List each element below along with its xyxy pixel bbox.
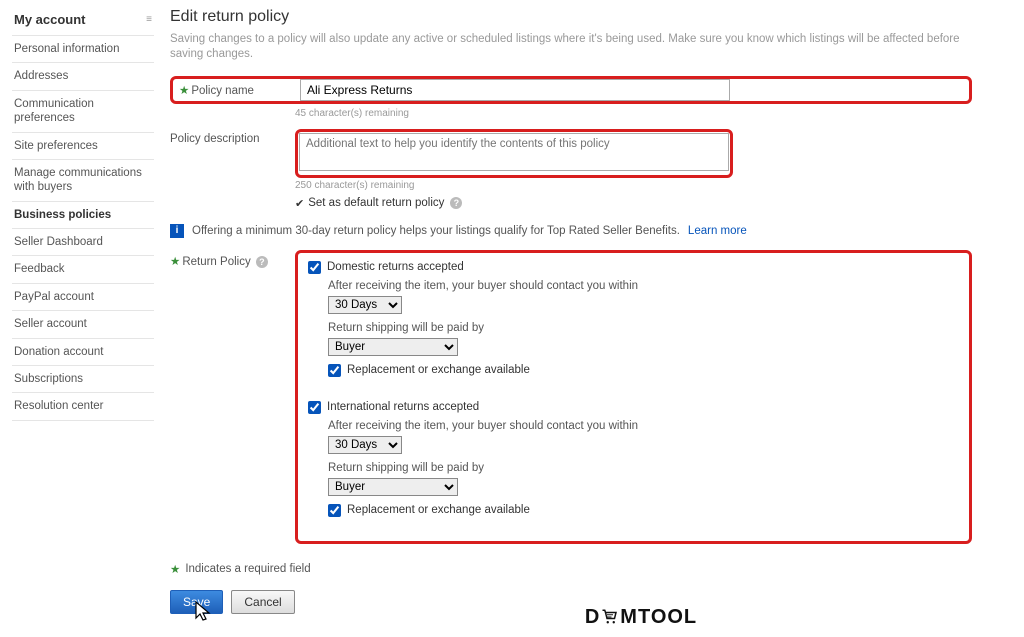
sidebar-item-manage-comm[interactable]: Manage communications with buyers (12, 159, 154, 201)
info-banner: i Offering a minimum 30-day return polic… (170, 224, 972, 238)
policy-desc-highlight (295, 129, 733, 178)
required-star-icon: ★ (170, 562, 180, 576)
sidebar-item-donation[interactable]: Donation account (12, 338, 154, 365)
sidebar-item-paypal[interactable]: PayPal account (12, 283, 154, 310)
return-policy-box: Domestic returns accepted After receivin… (295, 250, 972, 544)
sidebar-item-seller-account[interactable]: Seller account (12, 310, 154, 337)
sidebar-item-subscriptions[interactable]: Subscriptions (12, 365, 154, 392)
policy-desc-label: Policy description (170, 129, 295, 145)
intl-days-select[interactable]: 30 Days (328, 436, 402, 454)
learn-more-link[interactable]: Learn more (688, 225, 747, 237)
cancel-button[interactable]: Cancel (231, 590, 294, 614)
main-content: Edit return policy Saving changes to a p… (170, 8, 1012, 629)
intl-accepted-row: International returns accepted (308, 401, 959, 414)
policy-desc-input[interactable] (299, 133, 729, 171)
domestic-paidby-select[interactable]: Buyer (328, 338, 458, 356)
sidebar-title: My account ≡ (12, 8, 154, 35)
sidebar-item-seller-dashboard[interactable]: Seller Dashboard (12, 228, 154, 255)
intl-replacement-row: Replacement or exchange available (328, 504, 959, 517)
set-default-row: ✔ Set as default return policy ? (295, 197, 972, 210)
domestic-replacement-label: Replacement or exchange available (347, 364, 530, 376)
domestic-sub-block: After receiving the item, your buyer sho… (328, 280, 959, 377)
sidebar-title-text: My account (14, 12, 86, 27)
sidebar-item-site-prefs[interactable]: Site preferences (12, 132, 154, 159)
intl-paidby-select[interactable]: Buyer (328, 478, 458, 496)
chevron-icon: ≡ (146, 14, 152, 25)
required-star-icon: ★ (170, 256, 180, 268)
intl-sub-block: After receiving the item, your buyer sho… (328, 420, 959, 517)
check-icon: ✔ (295, 197, 304, 210)
sidebar-item-addresses[interactable]: Addresses (12, 62, 154, 89)
help-icon[interactable]: ? (450, 197, 462, 209)
policy-name-input[interactable] (300, 79, 730, 101)
domestic-replacement-checkbox[interactable] (328, 364, 341, 377)
policy-name-helper: 45 character(s) remaining (295, 108, 972, 119)
sidebar-item-feedback[interactable]: Feedback (12, 255, 154, 282)
domestic-paidby-caption: Return shipping will be paid by (328, 322, 959, 334)
intl-replacement-checkbox[interactable] (328, 504, 341, 517)
info-banner-text: Offering a minimum 30-day return policy … (192, 225, 680, 237)
set-default-label: Set as default return policy (308, 197, 444, 209)
policy-name-field (300, 79, 967, 101)
button-row: Save Cancel (170, 590, 972, 614)
intl-replacement-label: Replacement or exchange available (347, 504, 530, 516)
save-button[interactable]: Save (170, 590, 223, 614)
domestic-days-select[interactable]: 30 Days (328, 296, 402, 314)
intl-accepted-label: International returns accepted (327, 401, 479, 413)
intl-contact-caption: After receiving the item, your buyer sho… (328, 420, 959, 432)
required-star-icon: ★ (179, 85, 189, 97)
sidebar-list: Personal information Addresses Communica… (12, 35, 154, 421)
domestic-contact-caption: After receiving the item, your buyer sho… (328, 280, 959, 292)
return-policy-label-col: ★Return Policy ? (170, 250, 295, 268)
policy-desc-row: Policy description 250 character(s) rema… (170, 129, 972, 210)
domestic-accepted-row: Domestic returns accepted (308, 261, 959, 274)
sidebar-item-communication[interactable]: Communication preferences (12, 90, 154, 132)
policy-name-label: ★Policy name (175, 79, 300, 97)
sidebar-item-personal[interactable]: Personal information (12, 35, 154, 62)
domestic-accepted-label: Domestic returns accepted (327, 261, 464, 273)
intl-accepted-checkbox[interactable] (308, 401, 321, 414)
intl-paidby-caption: Return shipping will be paid by (328, 462, 959, 474)
info-icon: i (170, 224, 184, 238)
sidebar-item-resolution[interactable]: Resolution center (12, 392, 154, 420)
sidebar-item-business-policies[interactable]: Business policies (12, 201, 154, 228)
required-note: ★ Indicates a required field (170, 562, 972, 576)
return-policy-row: ★Return Policy ? Domestic returns accept… (170, 250, 972, 544)
page-title: Edit return policy (170, 8, 972, 26)
help-icon[interactable]: ? (256, 256, 268, 268)
domestic-accepted-checkbox[interactable] (308, 261, 321, 274)
domestic-replacement-row: Replacement or exchange available (328, 364, 959, 377)
page-subtitle: Saving changes to a policy will also upd… (170, 32, 972, 62)
policy-name-row: ★Policy name (170, 76, 972, 104)
sidebar: My account ≡ Personal information Addres… (12, 8, 154, 629)
policy-desc-helper: 250 character(s) remaining (295, 180, 972, 191)
